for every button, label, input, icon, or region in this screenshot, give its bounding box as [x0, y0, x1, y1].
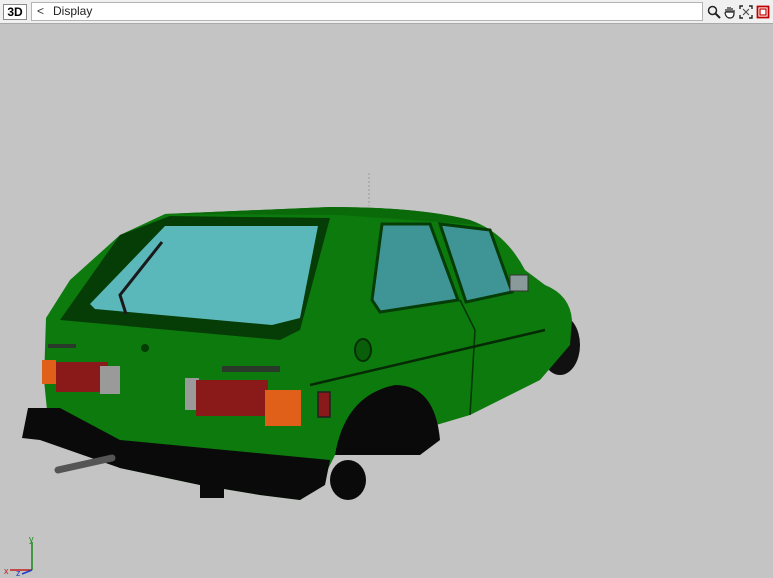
- 3d-viewport[interactable]: y x z: [0, 24, 773, 578]
- maker-badge: [48, 344, 76, 348]
- pan-hand-icon[interactable]: [722, 3, 738, 20]
- emblem: [141, 344, 149, 352]
- back-button[interactable]: <: [37, 3, 44, 20]
- close-view-icon[interactable]: [755, 3, 771, 20]
- side-mirror: [509, 274, 529, 292]
- breadcrumb: < Display: [31, 2, 703, 21]
- fit-view-icon[interactable]: [738, 3, 754, 20]
- car-model: [22, 173, 580, 500]
- 3d-mode-badge[interactable]: 3D: [3, 4, 27, 20]
- zoom-icon[interactable]: [706, 3, 722, 20]
- axis-triad: y x z: [4, 536, 34, 576]
- tow-hook: [200, 480, 224, 498]
- x-axis-label: x: [4, 566, 9, 576]
- fuel-cap: [354, 338, 372, 362]
- viewer-toolbar: 3D < Display: [0, 0, 773, 24]
- model-badge: [222, 366, 280, 372]
- exhaust-pipe: [54, 454, 116, 474]
- rear-wheel-bottom: [330, 460, 366, 500]
- y-axis-label: y: [29, 536, 34, 544]
- page-title: Display: [53, 4, 93, 18]
- side-marker: [317, 391, 331, 418]
- z-axis-label: z: [16, 568, 21, 576]
